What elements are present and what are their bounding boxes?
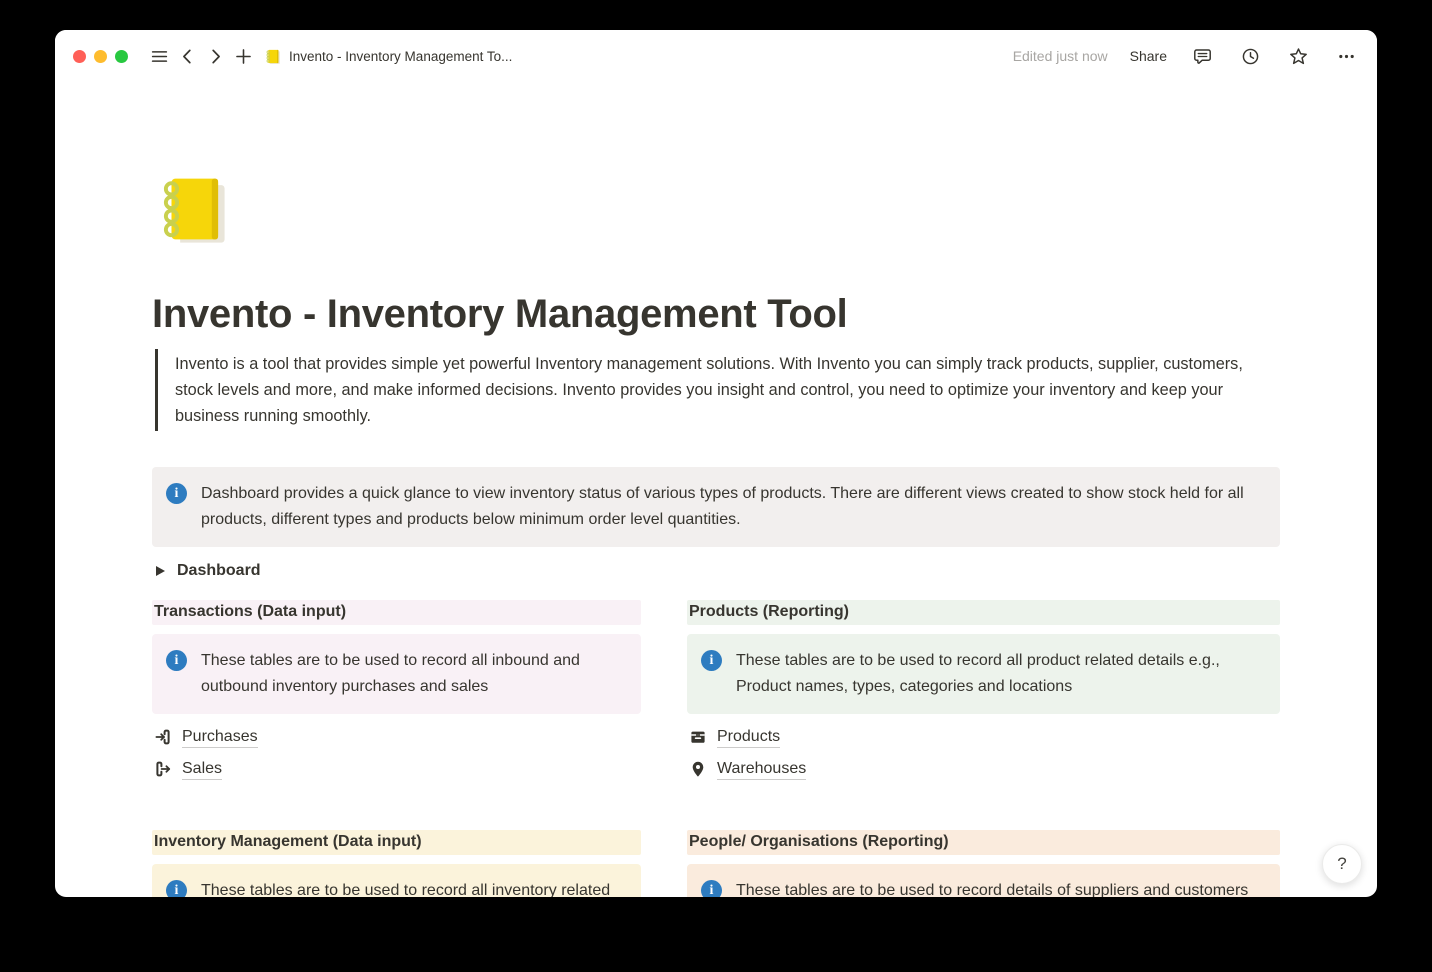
columns-row-2: Inventory Management (Data input) i Thes… — [152, 830, 1280, 897]
products-section: Products (Reporting) i These tables are … — [687, 600, 1280, 790]
app-window: Invento - Inventory Management To... Edi… — [55, 30, 1377, 897]
plus-icon — [234, 47, 253, 66]
comments-button[interactable] — [1189, 43, 1215, 69]
close-window-button[interactable] — [73, 50, 86, 63]
intro-quote-block: Invento is a tool that provides simple y… — [155, 349, 1263, 431]
share-button[interactable]: Share — [1130, 48, 1167, 64]
inventory-heading: Inventory Management (Data input) — [152, 830, 641, 855]
help-button[interactable]: ? — [1322, 844, 1362, 884]
link-label: Sales — [182, 758, 222, 780]
link-label: Warehouses — [717, 758, 806, 780]
info-icon: i — [166, 650, 187, 671]
titlebar-actions: Edited just now Share — [1013, 43, 1359, 69]
transactions-section: Transactions (Data input) i These tables… — [152, 600, 641, 790]
link-label: Purchases — [182, 726, 258, 748]
comment-icon — [1193, 47, 1212, 66]
transactions-links: Purchases Sales — [152, 726, 641, 780]
clock-icon — [1241, 47, 1260, 66]
sign-in-icon — [154, 728, 172, 746]
info-icon: i — [166, 880, 187, 897]
page-link-warehouses[interactable]: Warehouses — [689, 758, 1280, 780]
archive-box-icon — [689, 728, 707, 746]
products-callout: i These tables are to be used to record … — [687, 634, 1280, 714]
updates-button[interactable] — [1237, 43, 1263, 69]
favorite-button[interactable] — [1285, 43, 1311, 69]
active-tab[interactable]: Invento - Inventory Management To... — [264, 48, 512, 65]
info-icon: i — [166, 483, 187, 504]
edited-status: Edited just now — [1013, 48, 1108, 64]
page-content: Invento - Inventory Management Tool Inve… — [55, 82, 1377, 897]
page-title: Invento - Inventory Management Tool — [152, 290, 1280, 338]
people-callout: i These tables are to be used to record … — [687, 864, 1280, 897]
products-heading: Products (Reporting) — [687, 600, 1280, 625]
transactions-callout-text: These tables are to be used to record al… — [201, 648, 625, 700]
dashboard-toggle-label: Dashboard — [177, 562, 261, 580]
page-icon-notebook[interactable] — [152, 170, 230, 248]
titlebar: Invento - Inventory Management To... Edi… — [55, 30, 1377, 82]
notebook-icon — [152, 170, 230, 248]
back-button[interactable] — [174, 43, 200, 69]
forward-button[interactable] — [202, 43, 228, 69]
ellipsis-icon — [1337, 47, 1356, 66]
page-link-purchases[interactable]: Purchases — [154, 726, 641, 748]
zoom-window-button[interactable] — [115, 50, 128, 63]
info-icon: i — [701, 880, 722, 897]
transactions-heading: Transactions (Data input) — [152, 600, 641, 625]
more-options-button[interactable] — [1333, 43, 1359, 69]
dashboard-toggle[interactable]: Dashboard — [156, 559, 1280, 583]
inventory-section: Inventory Management (Data input) i Thes… — [152, 830, 641, 897]
products-callout-text: These tables are to be used to record al… — [736, 648, 1264, 700]
toggle-triangle-icon — [156, 566, 165, 576]
transactions-callout: i These tables are to be used to record … — [152, 634, 641, 714]
star-icon — [1289, 47, 1308, 66]
inventory-callout-text: These tables are to be used to record al… — [201, 878, 625, 897]
chevron-right-icon — [206, 47, 225, 66]
chevron-left-icon — [178, 47, 197, 66]
page-link-sales[interactable]: Sales — [154, 758, 641, 780]
people-callout-text: These tables are to be used to record de… — [736, 878, 1248, 897]
nav-controls — [146, 43, 256, 69]
window-controls — [73, 50, 128, 63]
hamburger-icon — [150, 47, 169, 66]
inventory-callout: i These tables are to be used to record … — [152, 864, 641, 897]
notebook-icon — [264, 48, 281, 65]
sidebar-menu-button[interactable] — [146, 43, 172, 69]
minimize-window-button[interactable] — [94, 50, 107, 63]
people-section: People/ Organisations (Reporting) i Thes… — [687, 830, 1280, 897]
dashboard-callout-text: Dashboard provides a quick glance to vie… — [201, 481, 1264, 533]
dashboard-callout: i Dashboard provides a quick glance to v… — [152, 467, 1280, 547]
new-tab-button[interactable] — [230, 43, 256, 69]
sign-out-icon — [154, 760, 172, 778]
page-link-products[interactable]: Products — [689, 726, 1280, 748]
people-heading: People/ Organisations (Reporting) — [687, 830, 1280, 855]
columns-row-1: Transactions (Data input) i These tables… — [152, 600, 1280, 790]
link-label: Products — [717, 726, 780, 748]
products-links: Products Warehouses — [687, 726, 1280, 780]
info-icon: i — [701, 650, 722, 671]
tab-title: Invento - Inventory Management To... — [289, 49, 512, 64]
desktop-background: Invento - Inventory Management To... Edi… — [0, 0, 1432, 972]
location-pin-icon — [689, 760, 707, 778]
